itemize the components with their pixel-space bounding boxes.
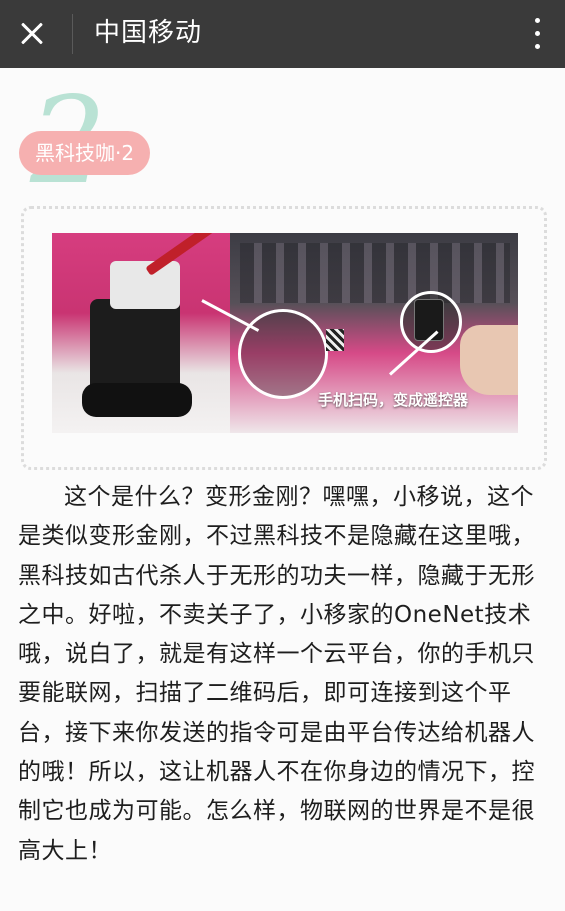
top-bar: 中国移动 [0,0,565,68]
exhibition-photo: 手机扫码，变成遥控器 [230,233,518,433]
robot-track [82,383,192,417]
robot-highlight-circle [238,309,328,399]
page-title: 中国移动 [94,18,203,48]
robot-head [110,261,180,309]
section-badge: 黑科技咖·2 [19,131,151,175]
close-icon[interactable] [12,13,54,55]
article-photo: 手机扫码，变成遥控器 [52,233,518,433]
qr-code-icon [326,329,344,351]
robot-photo [52,233,230,433]
photo-caption: 手机扫码，变成遥控器 [318,391,469,409]
robot-wing [145,233,225,276]
hand [460,325,518,395]
crowd [240,243,510,303]
divider [72,14,73,54]
phone-icon [414,299,444,341]
more-vertical-icon[interactable] [527,16,547,52]
article-text: 这个是什么？变形金刚？嘿嘿，小移说，这个是类似变形金刚，不过黑科技不是隐藏在这里… [18,484,535,864]
